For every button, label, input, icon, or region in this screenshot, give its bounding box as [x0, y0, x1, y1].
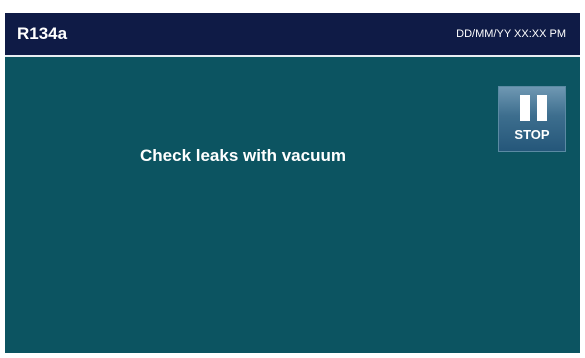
stop-button[interactable]: STOP: [498, 86, 566, 152]
refrigerant-title: R134a: [17, 24, 68, 43]
pause-bar-right: [537, 95, 547, 121]
datetime-display: DD/MM/YY XX:XX PM: [456, 28, 566, 40]
app-screen: R134a DD/MM/YY XX:XX PM Check leaks with…: [5, 13, 580, 353]
pause-icon: [520, 95, 547, 121]
pause-bar-left: [520, 95, 530, 121]
header-bar: R134a DD/MM/YY XX:XX PM: [5, 13, 580, 57]
status-message: Check leaks with vacuum: [140, 146, 346, 165]
stop-label: STOP: [514, 127, 550, 142]
